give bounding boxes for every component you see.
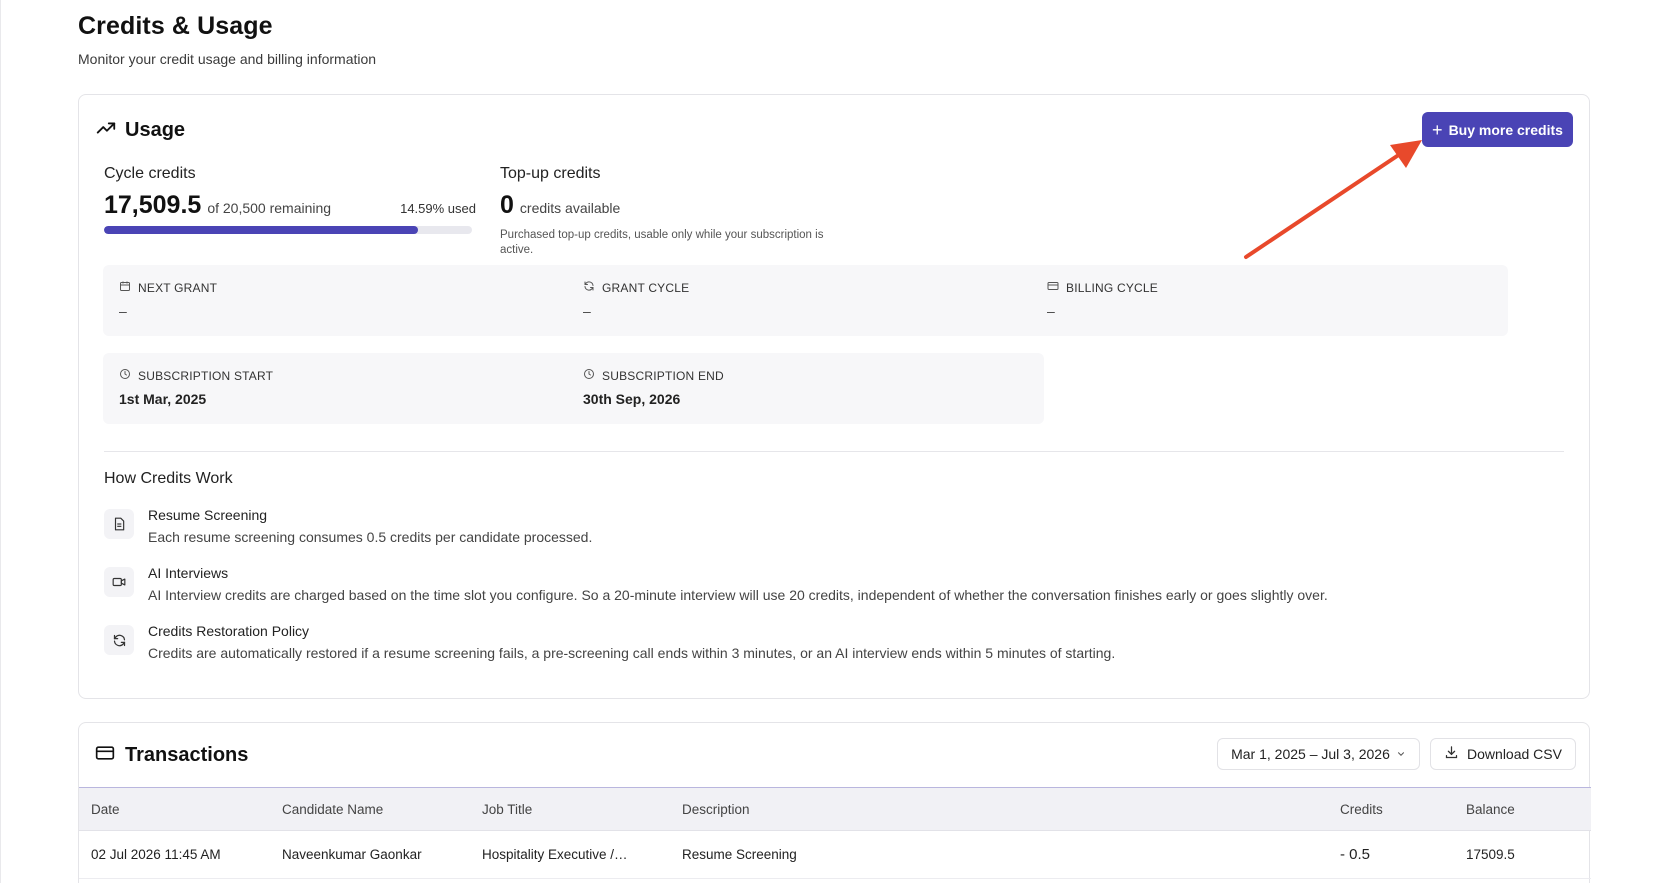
sidebar-edge [0,0,1,883]
buy-more-credits-button[interactable]: + Buy more credits [1422,112,1573,147]
grant-cycle-box: GRANT CYCLE – [567,265,1044,336]
column-header-job-title[interactable]: Job Title [482,788,532,830]
column-header-balance[interactable]: Balance [1466,788,1515,830]
cycle-credits-progress-fill [104,226,419,234]
billing-cycle-label: BILLING CYCLE [1066,280,1158,295]
chevron-down-icon [1396,746,1406,762]
usage-title: Usage [125,119,186,141]
transactions-title: Transactions [125,744,249,766]
subscription-start-label: SUBSCRIPTION START [138,368,274,383]
how-item-ai-interviews: AI Interviews AI Interview credits are c… [104,565,1328,603]
subscription-start-value: 1st Mar, 2025 [119,391,207,407]
table-header: Date Candidate Name Job Title Descriptio… [79,787,1591,831]
cycle-credits: Cycle credits 17,509.5 of 20,500 remaini… [104,165,476,234]
next-grant-box: NEXT GRANT – [103,265,580,336]
credit-card-icon [95,743,115,768]
date-range-value: Mar 1, 2025 – Jul 3, 2026 [1231,746,1390,762]
buy-more-credits-label: Buy more credits [1448,121,1563,138]
topup-credits-amount: 0 [500,191,514,219]
plus-icon: + [1432,119,1443,140]
column-header-candidate-name[interactable]: Candidate Name [282,788,383,830]
cell-balance: 17509.5 [1466,847,1515,862]
document-icon [104,509,134,539]
subscription-end-box: SUBSCRIPTION END 30th Sep, 2026 [567,353,1044,424]
calendar-icon [119,280,131,295]
transactions-card: Transactions Mar 1, 2025 – Jul 3, 2026 D… [78,722,1591,883]
transactions-table: Date Candidate Name Job Title Descriptio… [79,787,1591,879]
cycle-credits-progress [104,226,472,234]
cycle-credits-label: Cycle credits [104,165,196,182]
how-item-resume-screening: Resume Screening Each resume screening c… [104,507,592,545]
topup-credits-available: credits available [519,200,621,216]
trending-up-icon [95,117,117,144]
next-grant-value: – [119,303,127,319]
cell-job-title: Hospitality Executive /… [482,847,628,862]
download-csv-button[interactable]: Download CSV [1430,738,1576,770]
grant-cycle-label: GRANT CYCLE [602,280,690,295]
cycle-credits-used: 14.59% used [400,201,476,216]
cell-candidate-name: Naveenkumar Gaonkar [282,847,422,862]
how-credits-work-title: How Credits Work [104,470,233,487]
how-item-restoration-policy: Credits Restoration Policy Credits are a… [104,623,1115,661]
billing-cycle-box: BILLING CYCLE – [1031,265,1508,336]
billing-cycle-value: – [1047,303,1055,319]
refresh-icon [583,280,595,295]
next-grant-label: NEXT GRANT [138,280,218,295]
cell-date: 02 Jul 2026 11:45 AM [91,847,221,862]
grant-cycle-value: – [583,303,591,319]
topup-credits-note: Purchased top-up credits, usable only wh… [500,229,824,256]
credits-usage-page: Credits & Usage Monitor your credit usag… [0,0,1666,883]
topup-credits: Top-up credits 0 credits available Purch… [500,165,860,258]
how-item-desc: AI Interview credits are charged based o… [148,587,1328,603]
how-item-title: Credits Restoration Policy [148,623,310,639]
subscription-start-box: SUBSCRIPTION START 1st Mar, 2025 [103,353,580,424]
column-header-credits[interactable]: Credits [1340,788,1383,830]
refresh-icon [104,625,134,655]
cycle-credits-total: of 20,500 remaining [207,200,332,216]
topup-credits-label: Top-up credits [500,165,601,182]
usage-card: Usage + Buy more credits Cycle credits 1… [78,94,1590,699]
page-title: Credits & Usage [78,12,273,40]
usage-divider [104,451,1564,452]
how-item-desc: Each resume screening consumes 0.5 credi… [148,529,593,545]
cycle-credits-remaining: 17,509.5 [104,191,202,219]
cell-credits: - 0.5 [1340,846,1371,863]
clock-icon [119,368,131,383]
date-range-picker[interactable]: Mar 1, 2025 – Jul 3, 2026 [1217,738,1420,770]
subscription-end-label: SUBSCRIPTION END [602,368,724,383]
page-subtitle: Monitor your credit usage and billing in… [78,51,377,67]
download-csv-label: Download CSV [1467,746,1562,762]
transactions-header: Transactions [95,743,248,768]
download-icon [1444,745,1459,763]
video-icon [104,567,134,597]
how-item-desc: Credits are automatically restored if a … [148,645,1116,661]
table-row[interactable]: 02 Jul 2026 11:45 AM Naveenkumar Gaonkar… [79,831,1591,879]
credit-card-icon [1047,280,1059,295]
cell-description: Resume Screening [682,847,797,862]
subscription-end-value: 30th Sep, 2026 [583,391,681,407]
column-header-description[interactable]: Description [682,788,750,830]
clock-icon [583,368,595,383]
how-item-title: AI Interviews [148,565,229,581]
how-item-title: Resume Screening [148,507,268,523]
column-header-date[interactable]: Date [91,788,120,830]
usage-header: Usage [95,117,185,144]
